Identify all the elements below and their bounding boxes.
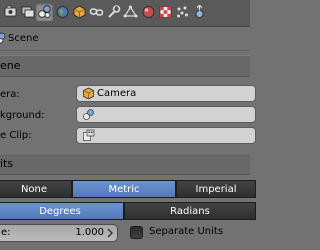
scene-panel-title: ene bbox=[0, 59, 21, 72]
world-icon[interactable] bbox=[54, 3, 71, 21]
texture-icon[interactable] bbox=[157, 3, 174, 21]
camera-field[interactable]: Camera bbox=[76, 85, 256, 102]
unit-scale-field[interactable]: e: 1.000 bbox=[0, 224, 118, 242]
unit-scale-label: e: bbox=[1, 227, 11, 238]
unit-system-imperial[interactable]: Imperial bbox=[176, 180, 256, 198]
object-icon[interactable] bbox=[71, 3, 88, 21]
scene-path-icon bbox=[0, 32, 6, 47]
modifiers-icon[interactable] bbox=[105, 3, 122, 21]
scene-field-icon bbox=[82, 108, 95, 126]
context-path-label: Scene bbox=[8, 33, 39, 44]
camera-object-icon bbox=[82, 87, 95, 105]
increment-arrow-icon[interactable] bbox=[106, 226, 114, 243]
separate-units-checkbox[interactable] bbox=[130, 226, 143, 239]
rotation-units-degrees[interactable]: Degrees bbox=[0, 202, 124, 220]
context-path-bar: Scene bbox=[0, 27, 250, 51]
units-panel-header[interactable]: its bbox=[0, 153, 250, 175]
camera-label: era: bbox=[0, 89, 20, 100]
object-data-icon[interactable] bbox=[122, 3, 139, 21]
background-scene-label: kground: bbox=[0, 110, 45, 121]
unit-scale-value: 1.000 bbox=[75, 227, 104, 238]
physics-icon[interactable] bbox=[191, 3, 208, 21]
camera-value: Camera bbox=[97, 88, 137, 99]
particles-icon[interactable] bbox=[174, 3, 191, 21]
material-icon[interactable] bbox=[140, 3, 157, 21]
scene-panel-header[interactable]: ene bbox=[0, 55, 250, 77]
units-panel-title: its bbox=[0, 157, 14, 170]
movie-clip-icon bbox=[82, 129, 95, 147]
separate-units-label: Separate Units bbox=[149, 226, 224, 237]
properties-tab-bar bbox=[0, 0, 250, 27]
rotation-units-radians[interactable]: Radians bbox=[124, 202, 256, 220]
background-scene-field[interactable] bbox=[76, 106, 256, 123]
scene-icon[interactable] bbox=[36, 3, 53, 21]
unit-system-none[interactable]: None bbox=[0, 180, 72, 198]
active-clip-field[interactable] bbox=[76, 127, 256, 144]
constraints-icon[interactable] bbox=[88, 3, 105, 21]
render-layers-icon[interactable] bbox=[19, 3, 36, 21]
unit-system-metric[interactable]: Metric bbox=[72, 180, 176, 198]
scene-panel-body: era: Camera kground: e Clip: bbox=[0, 77, 256, 155]
active-clip-label: e Clip: bbox=[0, 130, 32, 141]
render-icon[interactable] bbox=[2, 3, 19, 21]
